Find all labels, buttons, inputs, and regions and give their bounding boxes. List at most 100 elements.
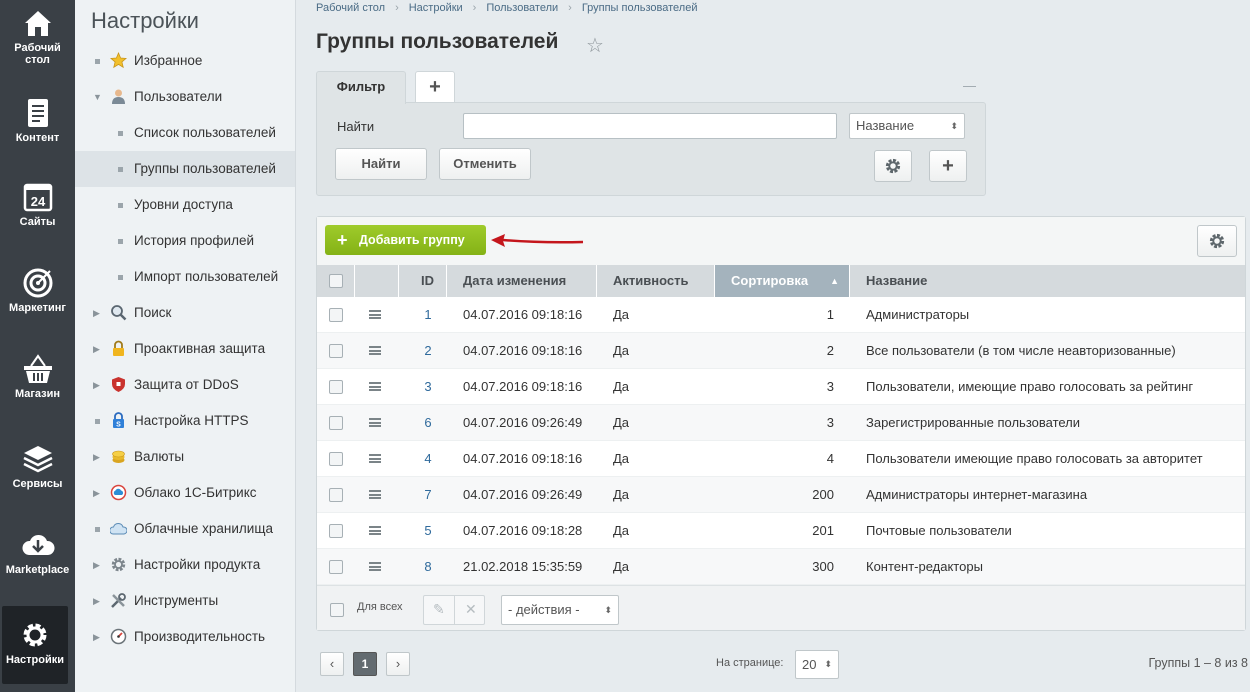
menu-item-currencies[interactable]: ▶ Валюты	[75, 439, 295, 475]
delete-x-icon[interactable]: ✕	[465, 601, 477, 618]
row-checkbox[interactable]	[329, 488, 343, 502]
cell-id[interactable]: 8	[399, 549, 447, 585]
menu-item-performance[interactable]: ▶ Производительность	[75, 619, 295, 655]
row-menu-icon[interactable]	[369, 382, 381, 391]
menu-item-tools[interactable]: ▶ Инструменты	[75, 583, 295, 619]
cell-id[interactable]: 3	[399, 369, 447, 405]
cell-id[interactable]: 5	[399, 513, 447, 549]
next-page-button[interactable]: ›	[386, 652, 410, 676]
favorite-star-icon[interactable]: ☆	[586, 33, 604, 58]
actions-select[interactable]: - действия - ⬍	[501, 595, 619, 625]
row-checkbox[interactable]	[329, 308, 343, 322]
column-header-date[interactable]: Дата изменения	[447, 265, 597, 297]
nav-marketing[interactable]: Маркетинг	[0, 266, 75, 314]
select-all-checkbox[interactable]	[329, 274, 343, 288]
menu-item-cloud-storage[interactable]: Облачные хранилища	[75, 511, 295, 547]
menu-item-label: Группы пользователей	[134, 161, 276, 176]
nav-label: Сервисы	[12, 478, 63, 490]
column-header-sort[interactable]: Сортировка ▲	[715, 265, 850, 297]
column-header-active[interactable]: Активность	[597, 265, 715, 297]
menu-item-proactive[interactable]: ▶ Проактивная защита	[75, 331, 295, 367]
row-checkbox[interactable]	[329, 344, 343, 358]
add-group-label: Добавить группу	[359, 233, 465, 247]
row-menu-icon[interactable]	[369, 346, 381, 355]
filter-settings-button[interactable]	[874, 150, 912, 182]
nav-sites[interactable]: 24 Сайты	[0, 180, 75, 228]
row-checkbox[interactable]	[329, 416, 343, 430]
row-menu-icon[interactable]	[369, 490, 381, 499]
nav-shop[interactable]: Магазин	[0, 352, 75, 400]
nav-settings[interactable]: Настройки	[2, 606, 68, 684]
menu-item-https[interactable]: S Настройка HTTPS	[75, 403, 295, 439]
menu-item-bitrix-cloud[interactable]: ▶ Облако 1С-Битрикс	[75, 475, 295, 511]
row-checkbox[interactable]	[329, 524, 343, 538]
row-menu-icon[interactable]	[369, 310, 381, 319]
menu-item-label: Облако 1С-Битрикс	[134, 485, 257, 500]
breadcrumb-item[interactable]: Пользователи	[486, 2, 558, 14]
menu-item-favorites[interactable]: Избранное	[75, 43, 295, 79]
table-row[interactable]: 3 04.07.2016 09:18:16 Да 3 Пользователи, име…	[317, 369, 1245, 405]
cancel-button[interactable]: Отменить	[439, 148, 531, 180]
menu-item-profile-history[interactable]: История профилей	[75, 223, 295, 259]
chevron-right-icon: ▶	[93, 452, 100, 462]
add-filter-tab-button[interactable]: +	[415, 71, 455, 103]
row-checkbox[interactable]	[329, 560, 343, 574]
nav-marketplace[interactable]: Marketplace	[0, 528, 75, 576]
menu-item-user-list[interactable]: Список пользователей	[75, 115, 295, 151]
edit-pencil-icon[interactable]: ✎	[433, 601, 445, 618]
table-row[interactable]: 2 04.07.2016 09:18:16 Да 2 Все пользователи …	[317, 333, 1245, 369]
menu-item-ddos[interactable]: ▶ Защита от DDoS	[75, 367, 295, 403]
row-menu-icon[interactable]	[369, 418, 381, 427]
find-field-select[interactable]: Название ⬍	[849, 113, 965, 139]
table-row[interactable]: 6 04.07.2016 09:26:49 Да 3 Зарегистрированны…	[317, 405, 1245, 441]
per-page-select[interactable]: 20 ⬍	[795, 650, 839, 679]
menu-item-search[interactable]: ▶ Поиск	[75, 295, 295, 331]
for-all-checkbox[interactable]	[330, 603, 344, 617]
cell-id[interactable]: 2	[399, 333, 447, 369]
grid-settings-button[interactable]	[1197, 225, 1237, 257]
table-row[interactable]: 4 04.07.2016 09:18:16 Да 4 Пользователи имею…	[317, 441, 1245, 477]
collapse-filter-button[interactable]: —	[963, 78, 976, 93]
table-row[interactable]: 7 04.07.2016 09:26:49 Да 200 Администраторы …	[317, 477, 1245, 513]
nav-desktop[interactable]: Рабочий стол	[0, 6, 75, 66]
row-checkbox[interactable]	[329, 380, 343, 394]
column-header-id[interactable]: ID	[399, 265, 447, 297]
grid-header: ID Дата изменения Активность Сортировка …	[317, 265, 1245, 297]
row-menu-icon[interactable]	[369, 454, 381, 463]
menu-item-user-groups[interactable]: Группы пользователей	[75, 151, 295, 187]
find-button[interactable]: Найти	[335, 148, 427, 180]
column-header-name[interactable]: Название	[850, 265, 1245, 297]
star-icon	[110, 52, 127, 69]
table-row[interactable]: 8 21.02.2018 15:35:59 Да 300 Контент-редакто…	[317, 549, 1245, 585]
groups-grid: + Добавить группу ID Дата изменения Акти…	[316, 216, 1246, 631]
current-page-button[interactable]: 1	[353, 652, 377, 676]
cell-name: Пользователи имеющие право голосовать за…	[866, 451, 1203, 466]
add-filter-field-button[interactable]: +	[929, 150, 967, 182]
menu-item-user-import[interactable]: Импорт пользователей	[75, 259, 295, 295]
menu-item-users[interactable]: ▼ Пользователи	[75, 79, 295, 115]
row-menu-icon[interactable]	[369, 562, 381, 571]
cell-id[interactable]: 6	[399, 405, 447, 441]
table-row[interactable]: 5 04.07.2016 09:18:28 Да 201 Почтовые пользо…	[317, 513, 1245, 549]
nav-content[interactable]: Контент	[0, 96, 75, 144]
cell-id[interactable]: 7	[399, 477, 447, 513]
tab-filter[interactable]: Фильтр	[316, 71, 406, 104]
menu-item-product-settings[interactable]: ▶ Настройки продукта	[75, 547, 295, 583]
row-checkbox[interactable]	[329, 452, 343, 466]
breadcrumb-item[interactable]: Рабочий стол	[316, 2, 385, 14]
find-label: Найти	[337, 119, 375, 134]
bullet-icon	[118, 203, 123, 208]
prev-page-button[interactable]: ‹	[320, 652, 344, 676]
table-row[interactable]: 1 04.07.2016 09:18:16 Да 1 Администраторы	[317, 297, 1245, 333]
nav-services[interactable]: Сервисы	[0, 442, 75, 490]
row-menu-icon[interactable]	[369, 526, 381, 535]
cell-active: Да	[613, 451, 630, 466]
menu-item-label: Инструменты	[134, 593, 219, 608]
menu-item-access-levels[interactable]: Уровни доступа	[75, 187, 295, 223]
breadcrumb-item[interactable]: Группы пользователей	[582, 2, 698, 14]
find-input[interactable]	[463, 113, 837, 139]
cell-id[interactable]: 4	[399, 441, 447, 477]
breadcrumb-item[interactable]: Настройки	[409, 2, 463, 14]
add-group-button[interactable]: + Добавить группу	[325, 225, 486, 255]
cell-id[interactable]: 1	[399, 297, 447, 333]
